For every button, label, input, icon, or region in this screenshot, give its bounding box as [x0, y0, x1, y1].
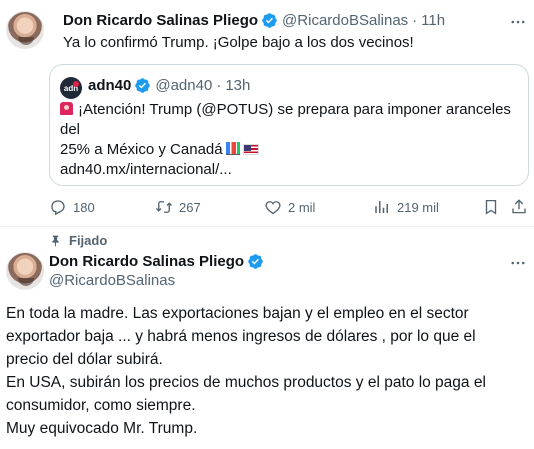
verified-badge-icon	[248, 254, 263, 269]
repost-count: 267	[179, 199, 201, 215]
handle[interactable]: @RicardoBSalinas	[49, 272, 175, 289]
quote-line-2: 25% a México y Canadá	[60, 141, 223, 158]
more-icon[interactable]	[508, 253, 528, 273]
pin-icon	[52, 235, 59, 247]
pinned-indicator: Fijado	[49, 233, 107, 248]
handle[interactable]: @RicardoBSalinas	[282, 12, 408, 29]
text-line: precio del dólar subirá.	[6, 351, 163, 368]
timestamp[interactable]: 11h	[421, 12, 445, 29]
text-line: En toda la madre. Las exportaciones baja…	[6, 305, 469, 322]
quoted-tweet[interactable]: adn adn40 @adn40 · 13h ¡Atención! Trump …	[49, 64, 529, 186]
pinned-label: Fijado	[69, 233, 108, 248]
divider	[0, 226, 534, 227]
chart-emoji-icon	[225, 142, 240, 155]
text-line: exportador baja ... y habrá menos ingres…	[6, 328, 476, 345]
us-flag-emoji-icon	[242, 144, 259, 155]
text-line: consumidor, como siempre.	[6, 397, 196, 414]
reply-count: 180	[73, 199, 95, 215]
share-icon	[512, 199, 526, 214]
display-name[interactable]: Don Ricardo Salinas Pliego	[49, 253, 244, 270]
quote-link[interactable]: adn40.mx/internacional/...	[60, 160, 520, 180]
tweet-1[interactable]: Don Ricardo Salinas Pliego @RicardoBSali…	[0, 0, 534, 232]
quote-display-name[interactable]: adn40	[88, 77, 131, 94]
quote-handle[interactable]: @adn40	[155, 77, 212, 94]
text-line: Muy equivocado Mr. Trump.	[6, 420, 198, 437]
text-line: En USA, subirán los precios de muchos pr…	[6, 374, 486, 391]
tweet-2-text: En toda la madre. Las exportaciones baja…	[6, 302, 531, 440]
reply-icon	[51, 200, 65, 216]
more-icon[interactable]	[508, 12, 528, 32]
separator: ·	[412, 12, 418, 29]
quote-text: ¡Atención! Trump (@POTUS) se prepara par…	[60, 100, 520, 180]
share-button[interactable]	[510, 198, 528, 216]
tweet-1-header: Don Ricardo Salinas Pliego @RicardoBSali…	[63, 12, 445, 29]
views-count: 219 mil	[397, 199, 439, 215]
like-button[interactable]: 2 mil	[264, 198, 315, 216]
repost-button[interactable]: 267	[155, 198, 201, 216]
action-bar: 180 267 2 mil 219 mil	[0, 198, 534, 218]
display-name[interactable]: Don Ricardo Salinas Pliego	[63, 12, 258, 29]
quote-line-1: ¡Atención! Trump (@POTUS) se prepara par…	[60, 101, 511, 138]
quote-timestamp[interactable]: 13h	[225, 77, 250, 94]
bookmark-button[interactable]	[482, 198, 500, 216]
separator: ·	[216, 77, 222, 94]
tweet-text: Ya lo confirmó Trump. ¡Golpe bajo a los …	[63, 34, 414, 51]
avatar[interactable]	[6, 252, 44, 290]
tweet-2-header: Don Ricardo Salinas Pliego	[49, 253, 264, 270]
like-icon	[265, 201, 281, 215]
bookmark-icon	[485, 199, 497, 215]
verified-badge-icon	[135, 78, 151, 93]
views-icon	[375, 201, 388, 213]
repost-icon	[156, 201, 172, 213]
like-count: 2 mil	[288, 199, 316, 215]
verified-badge-icon	[262, 13, 277, 28]
quote-header: adn40 @adn40 · 13h	[88, 77, 250, 94]
quote-avatar[interactable]: adn	[60, 77, 82, 99]
reply-button[interactable]: 180	[49, 198, 95, 216]
avatar[interactable]	[6, 11, 44, 49]
views-button[interactable]: 219 mil	[373, 198, 439, 216]
siren-emoji-icon	[60, 102, 73, 115]
